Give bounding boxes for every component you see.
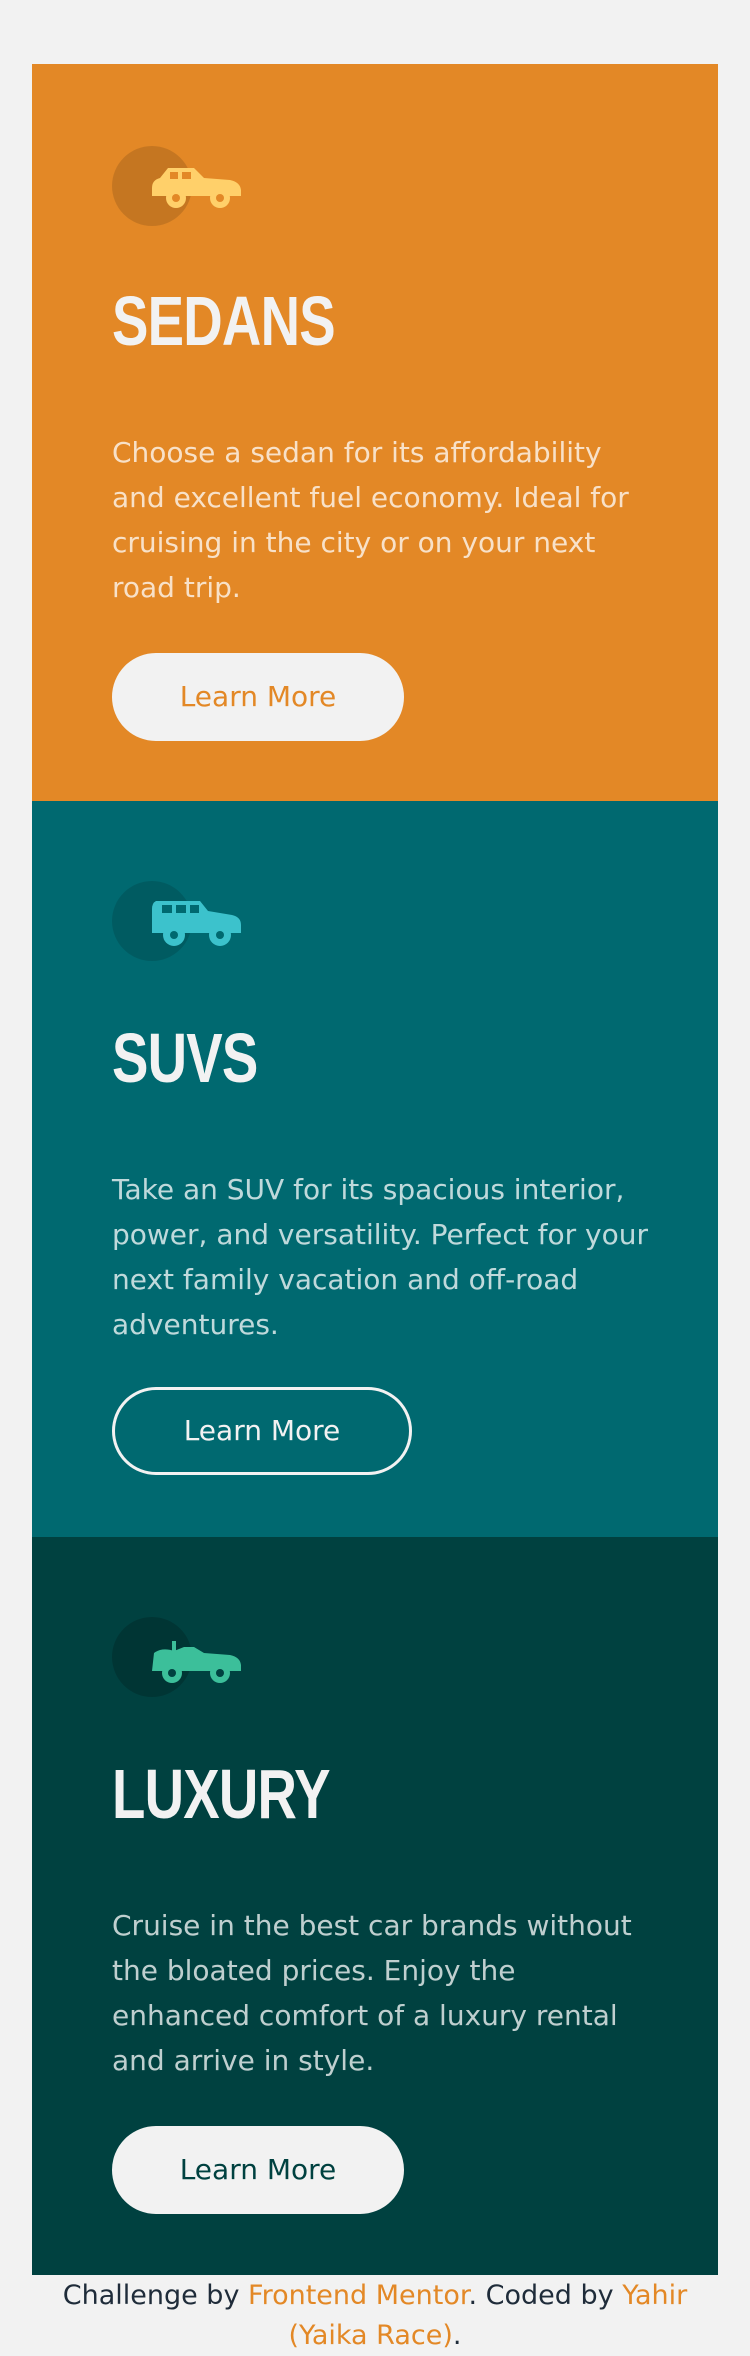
footer-prefix: Challenge by: [62, 2280, 249, 2311]
card-title: SEDANS: [112, 282, 336, 360]
card-suvs: SUVS Take an SUV for its spacious interi…: [32, 801, 718, 1537]
card-description: Choose a sedan for its affordability and…: [112, 436, 629, 604]
card-list: SEDANS Choose a sedan for its affordabil…: [32, 64, 718, 2275]
frontend-mentor-link[interactable]: Frontend Mentor: [248, 2280, 468, 2311]
sedan-icon: [112, 144, 242, 228]
card-luxury: LUXURY Cruise in the best car brands wit…: [32, 1537, 718, 2275]
learn-more-button[interactable]: Learn More: [112, 2126, 404, 2214]
card-description: Cruise in the best car brands without th…: [112, 1909, 632, 2077]
footer-suffix: .: [452, 2320, 462, 2351]
luxury-car-icon: [112, 1617, 242, 1701]
card-description: Take an SUV for its spacious interior, p…: [112, 1173, 648, 1341]
card-title: LUXURY: [112, 1755, 331, 1833]
attribution-footer: Challenge by Frontend Mentor. Coded by Y…: [32, 2276, 718, 2356]
footer-middle: . Coded by: [468, 2280, 623, 2311]
card-title: SUVS: [112, 1019, 258, 1097]
learn-more-button[interactable]: Learn More: [112, 1387, 412, 1475]
suv-icon: [112, 881, 242, 965]
learn-more-button[interactable]: Learn More: [112, 653, 404, 741]
card-sedans: SEDANS Choose a sedan for its affordabil…: [32, 64, 718, 801]
